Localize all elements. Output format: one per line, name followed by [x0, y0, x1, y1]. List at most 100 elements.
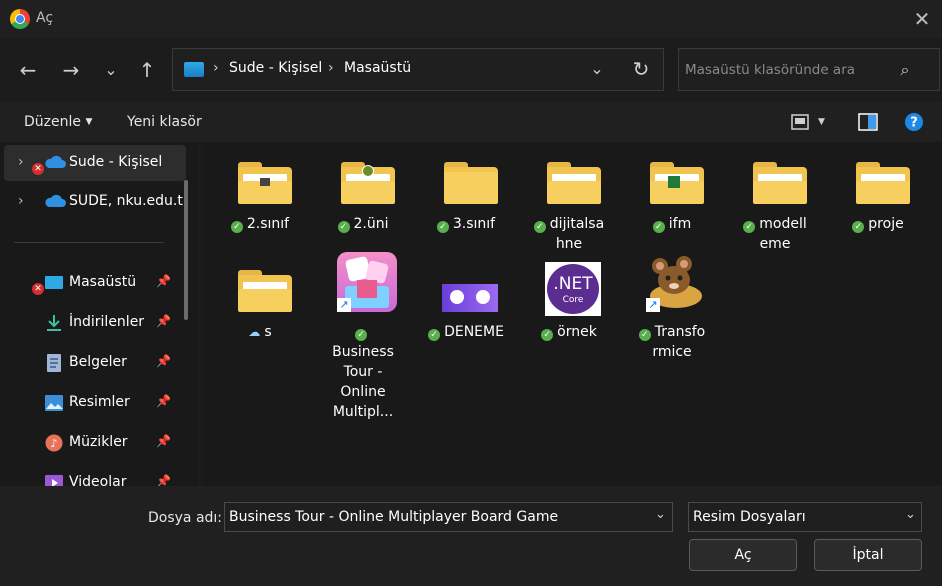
open-button[interactable]: Aç [689, 539, 797, 571]
caret-down-icon: ▼ [85, 117, 93, 127]
address-history-chevron-icon[interactable]: ⌄ [585, 57, 609, 81]
sidebar-item-label: İndirilenler [69, 314, 145, 330]
folder-icon [444, 162, 498, 204]
view-dropdown-caret-icon[interactable]: ▼ [818, 112, 832, 132]
pin-icon[interactable]: 📌 [156, 314, 171, 328]
sidebar-item-label: Masaüstü [69, 274, 137, 290]
folder-icon [238, 270, 292, 312]
folder-icon [856, 162, 910, 204]
sidebar-item-muzikler[interactable]: ♪ Müzikler 📌 [4, 425, 186, 461]
help-icon[interactable]: ? [904, 112, 924, 132]
sidebar-item-resimler[interactable]: Resimler 📌 [4, 385, 186, 421]
pin-icon[interactable]: 📌 [156, 434, 171, 448]
synced-check-icon: ✓ [355, 329, 367, 341]
sidebar-divider [14, 242, 164, 243]
chevron-down-icon[interactable]: ⌄ [655, 507, 666, 522]
pin-icon[interactable]: 📌 [156, 274, 171, 288]
onedrive-cloud-icon [44, 193, 66, 211]
deneme-image-thumbnail [442, 284, 498, 312]
item-label: ✓ modelleme [729, 214, 821, 254]
core-label: Core [562, 295, 584, 305]
breadcrumb-separator-icon: › [213, 60, 219, 76]
sidebar-scrollbar[interactable] [184, 180, 188, 320]
music-icon: ♪ [44, 434, 64, 452]
folder-icon [753, 162, 807, 204]
breadcrumb-separator-icon: › [328, 60, 334, 76]
back-arrow-icon[interactable]: ← [14, 56, 42, 84]
desktop-icon [44, 274, 64, 292]
item-label: ☁ s [248, 324, 272, 340]
documents-icon [44, 354, 64, 372]
sidebar-item-videolar[interactable]: Videolar 📌 [4, 465, 186, 486]
up-arrow-icon[interactable]: ↑ [133, 56, 161, 84]
dialog-footer: Dosya adı: Business Tour - Online Multip… [0, 486, 942, 586]
chrome-icon [10, 9, 30, 29]
filetype-select[interactable]: Resim Dosyaları ⌄ [688, 502, 922, 532]
dotnet-core-image-thumbnail: .NET Core [545, 262, 601, 316]
item-label: ✓ Transformice [626, 322, 718, 362]
item-label: ✓ 2.üni [317, 214, 409, 234]
item-label: ✓ proje [832, 214, 924, 234]
sidebar-item-sude-kisisel[interactable]: › ✕ Sude - Kişisel [4, 145, 186, 181]
videos-icon [44, 474, 64, 486]
sidebar-item-label: Belgeler [69, 354, 127, 370]
search-icon[interactable]: ⌕ [893, 58, 917, 82]
item-label: ✓ dijitalsahne [523, 214, 615, 254]
synced-check-icon: ✓ [852, 221, 865, 233]
desktop-icon [184, 62, 204, 77]
sidebar-item-label: Müzikler [69, 434, 128, 450]
filename-label: Dosya adı: [148, 510, 223, 526]
sidebar-item-indirilenler[interactable]: İndirilenler 📌 [4, 305, 186, 341]
new-folder-button[interactable]: Yeni klasör [127, 114, 202, 130]
sidebar-item-belgeler[interactable]: Belgeler 📌 [4, 345, 186, 381]
pin-icon[interactable]: 📌 [156, 354, 171, 368]
sync-error-icon: ✕ [32, 283, 44, 295]
search-box[interactable]: Masaüstü klasöründe ara ⌕ [678, 48, 940, 91]
cloud-only-icon: ☁ [248, 325, 261, 339]
svg-text:♪: ♪ [50, 437, 57, 450]
item-label: ✓Business Tour - Online Multipl... [332, 329, 394, 420]
expand-chevron-icon[interactable]: › [18, 193, 24, 209]
folder-icon [341, 162, 395, 204]
navigation-pane: › ✕ Sude - Kişisel › SUDE, nku.edu.tı ✕ … [0, 142, 198, 486]
filename-combobox[interactable]: Business Tour - Online Multiplayer Board… [224, 502, 673, 532]
sidebar-item-masaustu[interactable]: ✕ Masaüstü 📌 [4, 265, 186, 301]
sidebar-item-label: SUDE, nku.edu.tı [69, 193, 187, 209]
breadcrumb-sude-kisisel[interactable]: Sude - Kişisel [229, 60, 322, 76]
synced-check-icon: ✓ [533, 221, 546, 233]
folder-icon [238, 162, 292, 204]
search-placeholder: Masaüstü klasöründe ara [685, 62, 856, 78]
filename-value[interactable]: Business Tour - Online Multiplayer Board… [229, 509, 558, 525]
pin-icon[interactable]: 📌 [156, 474, 171, 486]
pin-icon[interactable]: 📌 [156, 394, 171, 408]
preview-pane-icon[interactable] [858, 112, 878, 132]
download-icon [44, 314, 64, 332]
address-bar[interactable]: › Sude - Kişisel › Masaüstü ⌄ ↻ [172, 48, 664, 91]
shortcut-arrow-icon: ↗ [646, 298, 660, 312]
sidebar-item-sude-nku[interactable]: › SUDE, nku.edu.tı [4, 184, 187, 220]
cancel-button[interactable]: İptal [814, 539, 922, 571]
recent-locations-chevron-icon[interactable]: ⌄ [97, 56, 125, 84]
synced-check-icon: ✓ [541, 329, 554, 341]
breadcrumb-masaustu[interactable]: Masaüstü [344, 60, 411, 76]
folder-icon [547, 162, 601, 204]
chevron-down-icon[interactable]: ⌄ [905, 507, 916, 522]
sidebar-item-label: Resimler [69, 394, 130, 410]
forward-arrow-icon[interactable]: → [57, 56, 85, 84]
view-options-icon[interactable] [790, 112, 810, 132]
command-bar: Düzenle ▼ Yeni klasör ▼ ? [0, 102, 942, 142]
refresh-icon[interactable]: ↻ [629, 57, 653, 81]
expand-chevron-icon[interactable]: › [18, 154, 24, 170]
organize-button[interactable]: Düzenle ▼ [24, 114, 92, 130]
dotnet-label: .NET [553, 274, 593, 294]
synced-check-icon: ✓ [428, 329, 441, 341]
item-label: ✓ 2.sınıf [214, 214, 306, 234]
shortcut-arrow-icon: ↗ [337, 298, 351, 312]
close-button[interactable]: ✕ [908, 6, 936, 32]
synced-check-icon: ✓ [337, 221, 350, 233]
onedrive-cloud-icon [44, 154, 66, 172]
synced-check-icon: ✓ [436, 221, 449, 233]
filetype-value: Resim Dosyaları [693, 509, 806, 525]
window-title: Aç [36, 10, 54, 26]
title-bar: Aç ✕ [0, 0, 942, 38]
